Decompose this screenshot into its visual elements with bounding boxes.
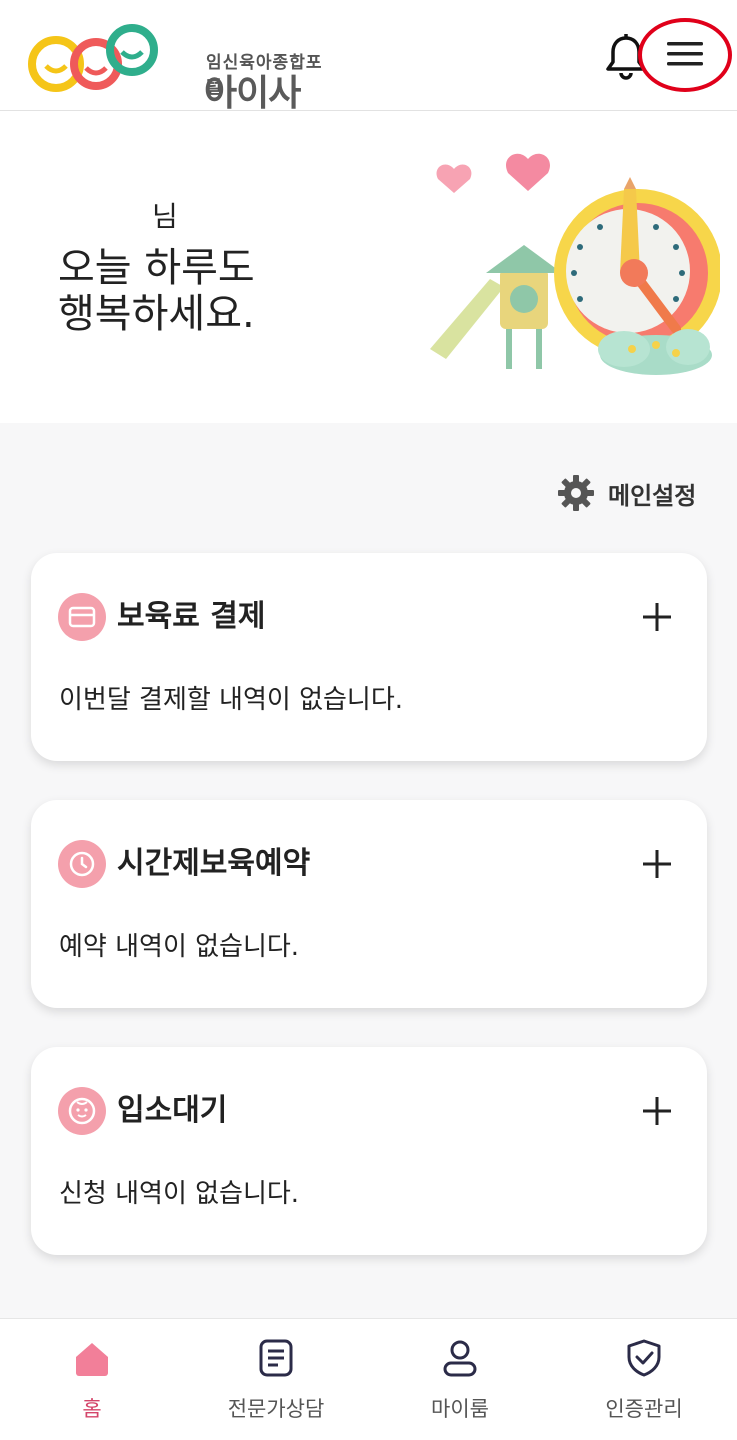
document-icon <box>259 1339 293 1377</box>
card-admission-waitlist[interactable]: 입소대기 신청 내역이 없습니다. <box>31 1047 707 1255</box>
plus-icon[interactable] <box>637 844 677 884</box>
card-title: 보육료 결제 <box>117 599 266 634</box>
card-title: 입소대기 <box>117 1093 228 1128</box>
card-hourly-care-reservation[interactable]: 시간제보육예약 예약 내역이 없습니다. <box>31 800 707 1008</box>
plus-icon[interactable] <box>637 597 677 637</box>
clock-icon <box>58 840 106 888</box>
main-settings-label: 메인설정 <box>608 481 697 510</box>
app-logo[interactable]: 임신육아종합포털 아이사랑 <box>28 18 328 166</box>
greeting-name: 님 <box>152 200 178 233</box>
playground-clock-illustration <box>430 153 720 375</box>
bottom-navigation: 홈 전문가상담 마이룸 인증관리 <box>0 1318 737 1440</box>
card-body: 이번달 결제할 내역이 없습니다. <box>59 685 404 715</box>
home-icon <box>76 1343 108 1376</box>
notification-bell-icon[interactable] <box>604 32 648 80</box>
nav-item-auth-management[interactable]: 인증관리 <box>552 1319 736 1440</box>
card-body: 신청 내역이 없습니다. <box>59 1179 300 1209</box>
gear-icon <box>558 475 594 511</box>
nav-item-my-room[interactable]: 마이룸 <box>368 1319 552 1440</box>
nav-label: 마이룸 <box>431 1397 489 1421</box>
dashboard-content: 메인설정 보육료 결제 이번달 결제할 내역이 없습니다. 시간제보육예약 예약… <box>0 423 737 1305</box>
nav-label: 전문가상담 <box>227 1397 325 1421</box>
logo-icon <box>28 24 158 92</box>
nav-label: 홈 <box>82 1397 102 1421</box>
greeting-message: 오늘 하루도 행복하세요. <box>58 245 255 337</box>
nav-label: 인증관리 <box>605 1397 683 1421</box>
hamburger-menu-icon[interactable] <box>662 36 708 72</box>
main-settings-button[interactable]: 메인설정 <box>556 473 696 513</box>
card-childcare-payment[interactable]: 보육료 결제 이번달 결제할 내역이 없습니다. <box>31 553 707 761</box>
plus-icon[interactable] <box>637 1091 677 1131</box>
baby-face-icon <box>58 1087 106 1135</box>
app-header: 임신육아종합포털 아이사랑 <box>0 0 737 166</box>
shield-check-icon <box>627 1339 661 1377</box>
card-body: 예약 내역이 없습니다. <box>59 932 300 962</box>
greeting-banner: 님 오늘 하루도 행복하세요. <box>0 111 737 423</box>
nav-item-home[interactable]: 홈 <box>0 1319 184 1440</box>
card-title: 시간제보육예약 <box>117 846 311 881</box>
nav-item-expert-consult[interactable]: 전문가상담 <box>184 1319 368 1440</box>
card-icon <box>58 593 106 641</box>
person-icon <box>443 1340 477 1377</box>
